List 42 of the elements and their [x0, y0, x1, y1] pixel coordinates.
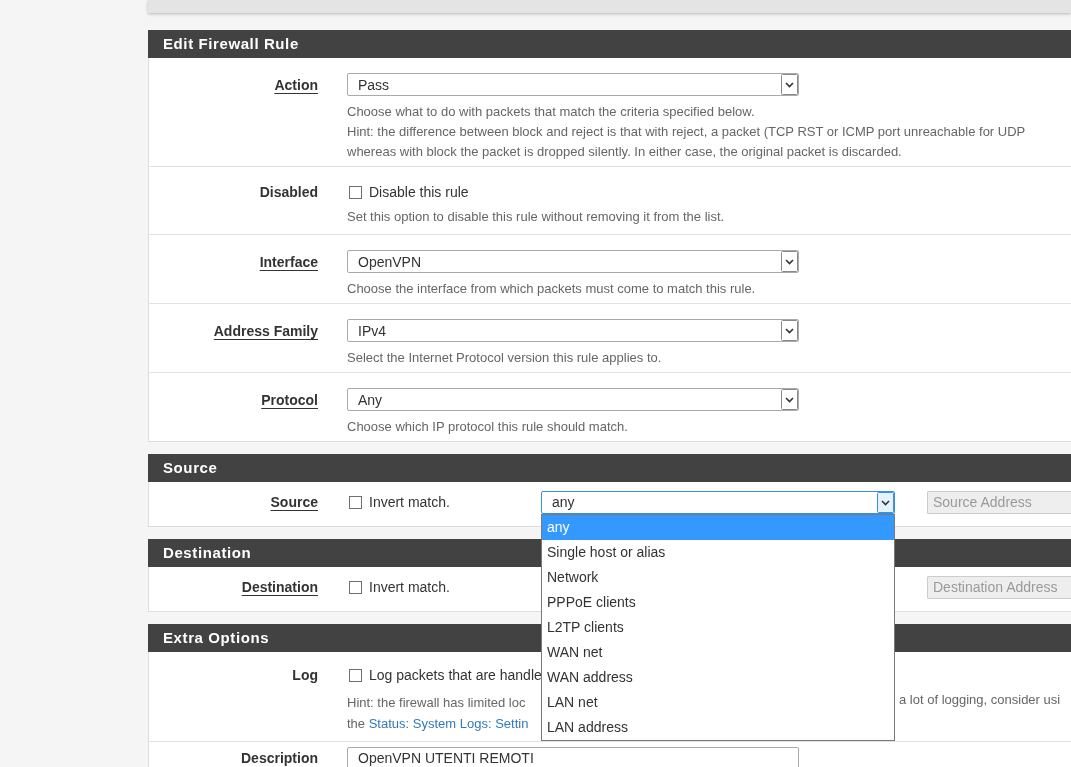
checkbox[interactable]	[349, 668, 362, 682]
section-title: Extra Options	[163, 627, 270, 648]
field-label: Protocol	[261, 392, 318, 408]
field-label: Log	[292, 667, 318, 683]
help-text: Hint: the difference between block and reject is that with reject, a packet (TCP RST or ICMP port unreachable for UDP	[347, 123, 1026, 141]
section-title: Destination	[163, 542, 252, 563]
checkbox-label[interactable]: Disable this rule	[369, 181, 469, 203]
checkbox-label[interactable]: Log packets that are handle	[369, 664, 542, 686]
field-label: Interface	[259, 254, 318, 270]
checkbox-label[interactable]: Invert match.	[369, 576, 450, 598]
help-text: whereas with block the packet is dropped silently. In either case, the original packet is discarded.	[347, 143, 903, 161]
help-text: Hint: the firewall has limited loc	[347, 695, 526, 710]
field-label: Description	[241, 750, 318, 766]
select-field[interactable]: Pass	[347, 73, 799, 96]
section-title: Source	[163, 457, 218, 478]
field-label: Action	[274, 77, 318, 93]
select-field[interactable]: Any	[347, 388, 799, 411]
settings-link[interactable]: Status: System Logs: Settin	[368, 716, 529, 731]
chevron-down-icon	[781, 389, 798, 410]
select-field[interactable]: any	[541, 490, 895, 514]
checkbox[interactable]	[349, 495, 362, 509]
help-text: a lot of logging, consider usi	[899, 691, 1061, 709]
select-field[interactable]: OpenVPN	[347, 250, 799, 273]
section-title: Edit Firewall Rule	[163, 33, 299, 54]
checkbox[interactable]	[349, 185, 362, 199]
help-text: Choose what to do with packets that match the criteria specified below.	[347, 103, 756, 121]
checkbox[interactable]	[349, 580, 362, 594]
help-text: Set this option to disable this rule without removing it from the list.	[347, 208, 725, 226]
chevron-down-icon	[781, 74, 798, 95]
help-text: Choose the interface from which packets must come to match this rule.	[347, 280, 757, 298]
help-text: Select the Internet Protocol version this rule applies to.	[347, 349, 663, 367]
select-field[interactable]: IPv4	[347, 319, 799, 342]
chevron-down-icon	[781, 320, 798, 341]
description-field[interactable]: OpenVPN UTENTI REMOTI	[347, 747, 799, 767]
field-label: Source	[270, 494, 318, 510]
chevron-down-icon	[877, 491, 894, 513]
chevron-down-icon	[781, 251, 798, 272]
help-text: Choose which IP protocol this rule should match.	[347, 418, 629, 436]
checkbox-label[interactable]: Invert match.	[369, 491, 450, 513]
field-label: Destination	[241, 579, 318, 595]
field-label: Disabled	[259, 184, 318, 200]
field-label: Address Family	[213, 323, 318, 339]
